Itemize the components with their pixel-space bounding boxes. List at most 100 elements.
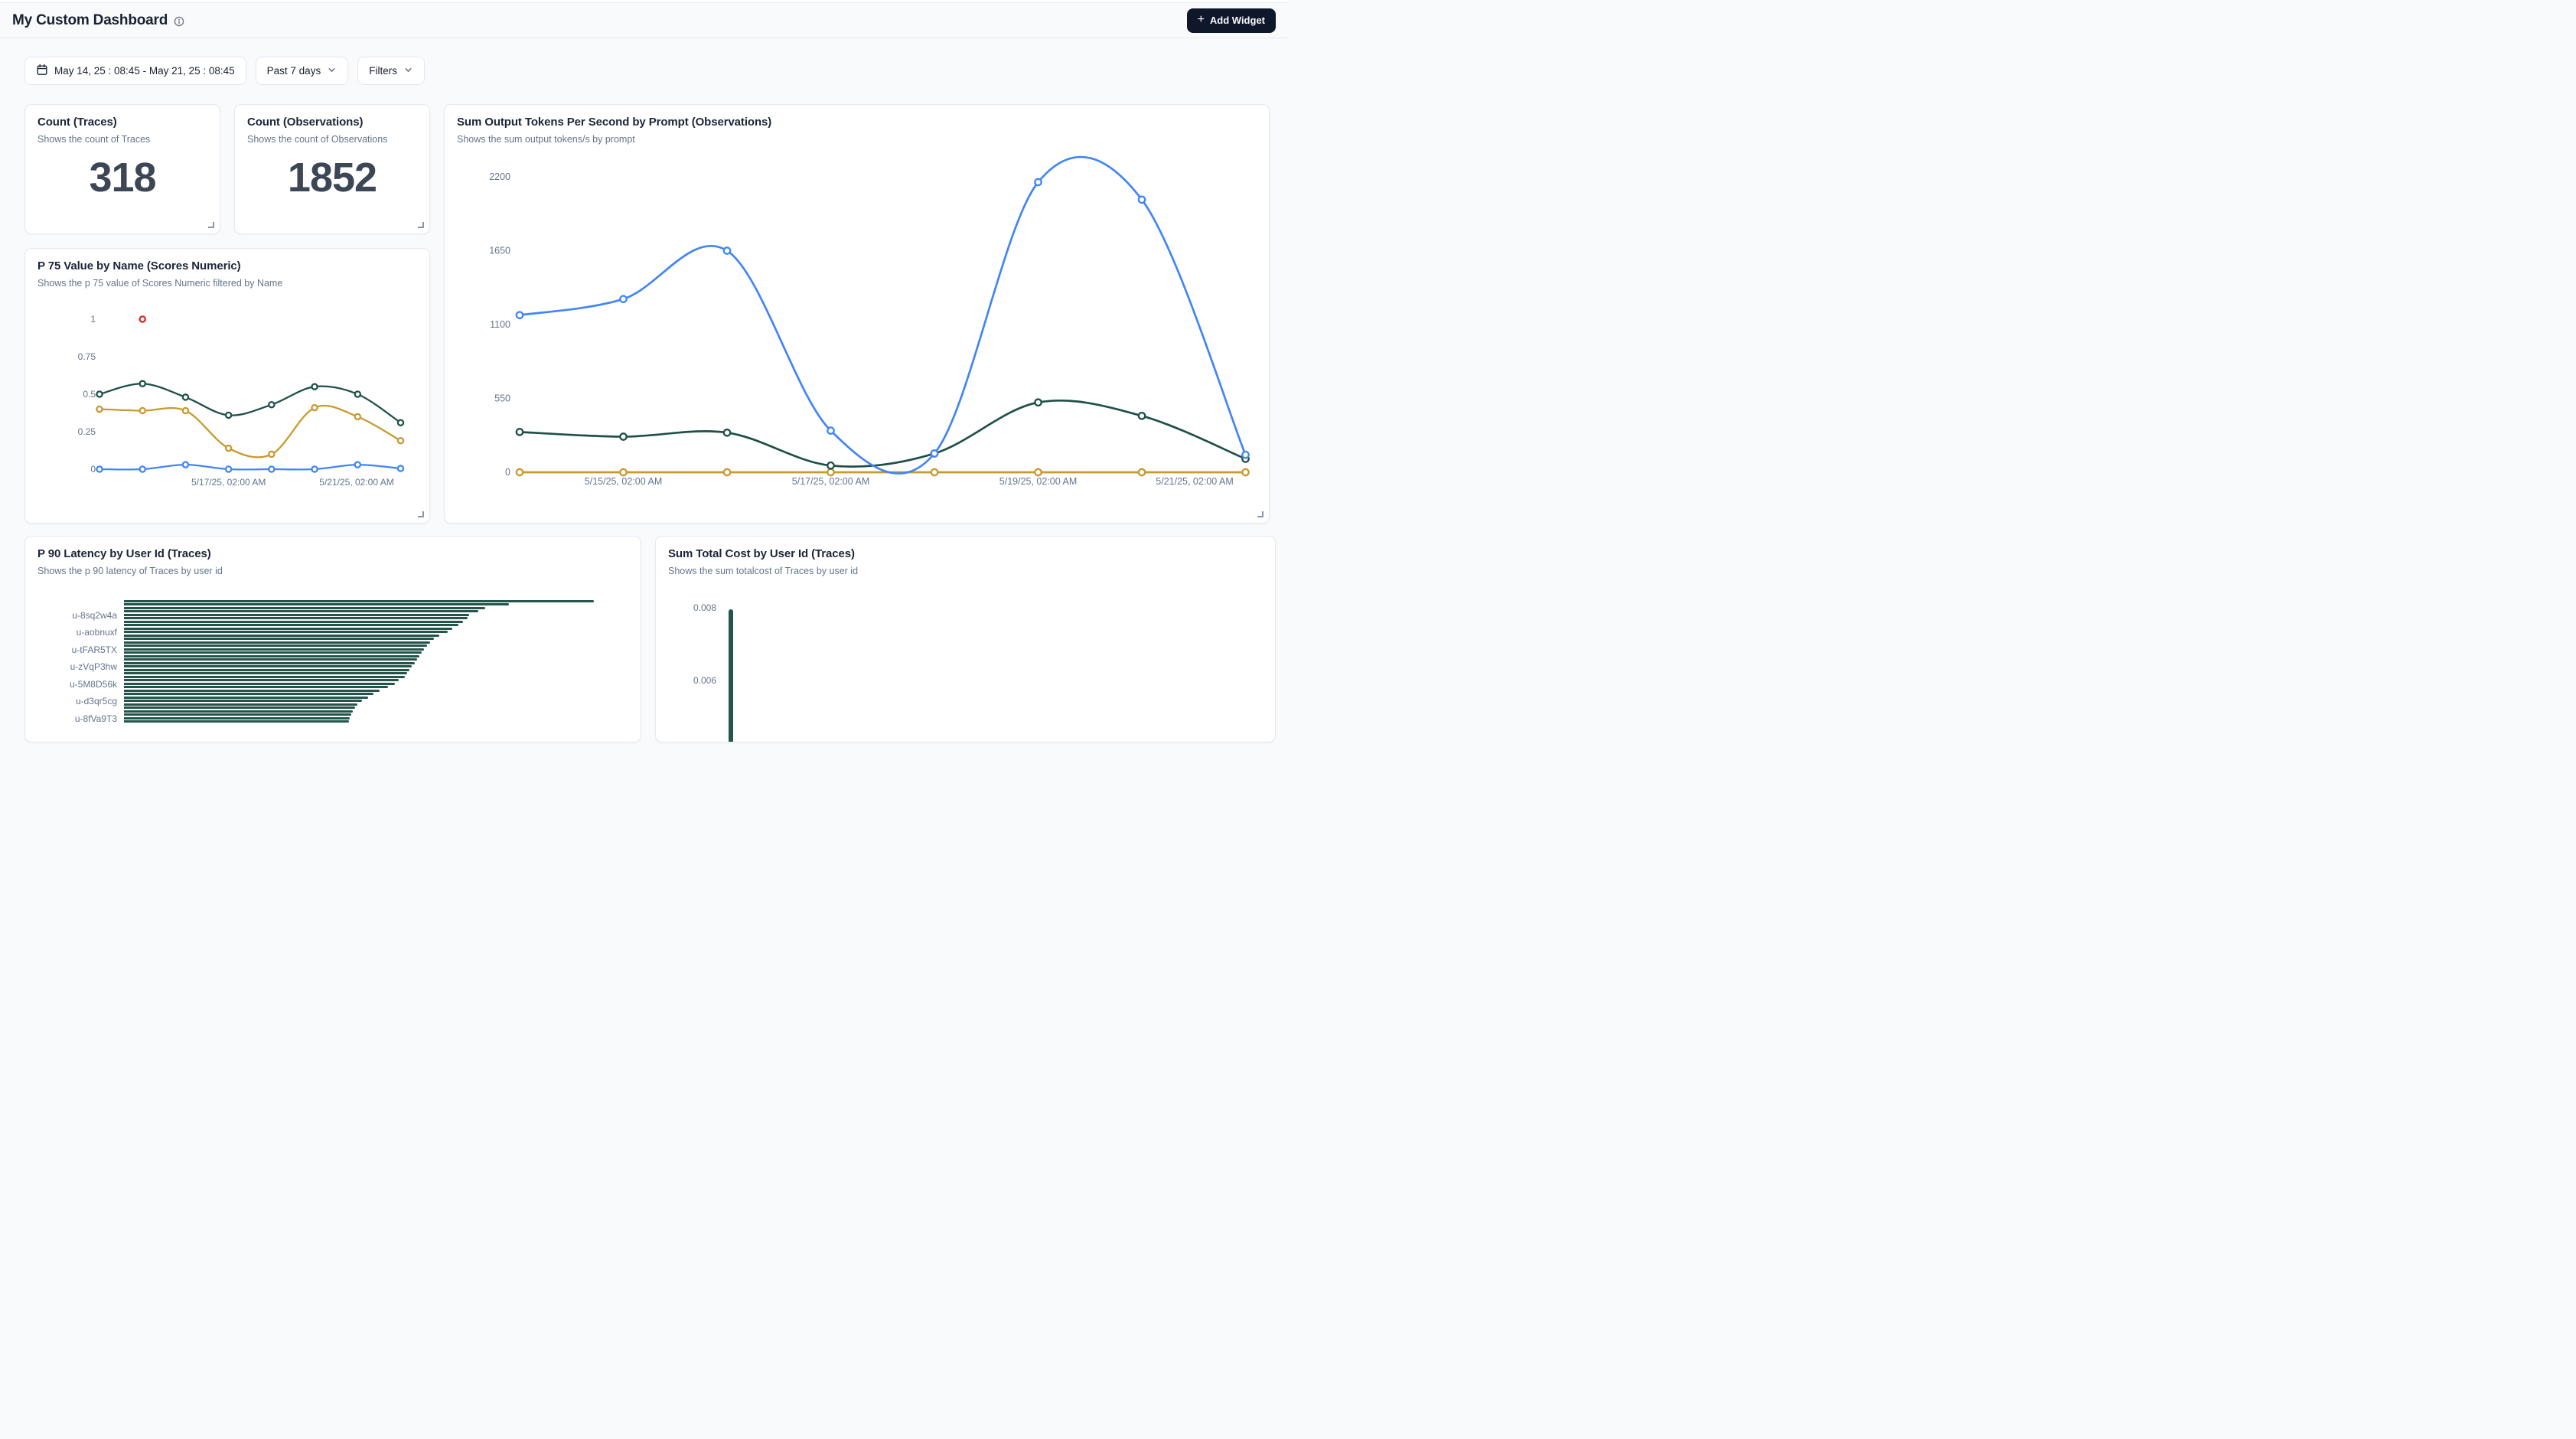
data-point-green xyxy=(96,391,102,396)
widget-title: Count (Observations) xyxy=(235,105,429,129)
y-axis-tick: 0.006 xyxy=(656,675,716,686)
latency-bar xyxy=(124,713,351,716)
data-point-orange xyxy=(517,469,523,475)
x-axis-tick: 5/21/25, 02:00 AM xyxy=(1156,476,1233,487)
latency-bar xyxy=(124,631,448,633)
widget-p90-chart: P 90 Latency by User Id (Traces) Shows t… xyxy=(24,536,641,742)
data-point-blue xyxy=(931,450,937,456)
count-value: 1852 xyxy=(235,154,429,201)
data-point-blue xyxy=(96,466,102,472)
add-widget-button[interactable]: + Add Widget xyxy=(1187,8,1276,33)
widget-subtitle: Shows the sum output tokens/s by prompt xyxy=(445,129,1269,145)
latency-bar xyxy=(124,614,469,616)
latency-bar xyxy=(124,638,434,640)
data-point-blue xyxy=(355,462,360,468)
resize-handle[interactable] xyxy=(1257,511,1264,517)
data-point-orange xyxy=(96,406,102,412)
data-point-orange xyxy=(140,408,145,413)
data-point-green xyxy=(1242,455,1248,462)
user-id-label: u-5M8D56k xyxy=(25,679,117,690)
latency-bar xyxy=(124,658,417,661)
user-id-label: u-8sq2w4a xyxy=(25,610,117,621)
series-line-blue xyxy=(99,465,401,469)
count-value: 318 xyxy=(25,154,220,201)
data-point-orange xyxy=(183,408,188,413)
x-axis-tick: 5/17/25, 02:00 AM xyxy=(191,477,266,488)
user-id-label: u-aobnuxf xyxy=(25,627,117,638)
x-axis-tick: 5/17/25, 02:00 AM xyxy=(792,476,869,487)
x-axis-tick: 5/15/25, 02:00 AM xyxy=(585,476,662,487)
y-axis-tick: 0 xyxy=(505,467,510,478)
latency-bar xyxy=(124,693,374,695)
data-point-blue xyxy=(724,247,730,253)
cost-bar xyxy=(729,609,733,742)
latency-bar xyxy=(124,662,415,664)
y-axis-tick: 2200 xyxy=(489,171,510,182)
data-point-red xyxy=(140,316,145,321)
data-point-blue xyxy=(183,462,188,468)
widget-title: P 75 Value by Name (Scores Numeric) xyxy=(25,249,429,272)
data-point-green xyxy=(269,402,274,407)
resize-handle[interactable] xyxy=(418,511,424,517)
widget-subtitle: Shows the count of Traces xyxy=(25,129,220,145)
latency-bar xyxy=(124,686,389,688)
latency-bar xyxy=(124,628,453,630)
data-point-orange xyxy=(269,452,274,457)
data-point-orange xyxy=(620,469,626,475)
p75-line-chart: 00.250.50.7515/17/25, 02:00 AM5/21/25, 0… xyxy=(25,249,430,524)
data-point-orange xyxy=(1035,469,1041,475)
data-point-green xyxy=(931,450,937,456)
data-point-orange xyxy=(827,469,833,475)
data-point-blue xyxy=(311,466,317,472)
latency-bar xyxy=(124,617,468,619)
latency-bar xyxy=(124,676,405,678)
data-point-orange xyxy=(355,414,360,419)
data-point-blue xyxy=(620,295,626,302)
resize-handle[interactable] xyxy=(418,222,424,228)
data-point-green xyxy=(620,433,626,439)
cost-bar-chart: 0.0080.006 xyxy=(656,537,1275,742)
widget-subtitle: Shows the count of Observations xyxy=(235,129,429,145)
page-header: My Custom Dashboard + Add Widget xyxy=(0,3,1288,38)
latency-bar xyxy=(124,697,368,699)
latency-bar xyxy=(124,706,355,709)
series-line-orange xyxy=(99,406,401,457)
latency-bar xyxy=(124,648,424,651)
data-point-orange xyxy=(226,445,231,451)
data-point-blue xyxy=(1139,197,1145,203)
latency-bar xyxy=(124,690,380,692)
data-point-green xyxy=(311,384,317,390)
y-axis-tick: 1 xyxy=(90,314,96,325)
data-point-green xyxy=(226,413,231,418)
y-axis-tick: 0 xyxy=(90,464,96,475)
data-point-blue xyxy=(140,466,145,472)
user-id-label: u-d3qr5cg xyxy=(25,696,117,706)
latency-bar xyxy=(124,669,410,671)
info-icon[interactable] xyxy=(174,16,184,27)
resize-handle[interactable] xyxy=(208,222,214,228)
widget-title: Sum Output Tokens Per Second by Prompt (… xyxy=(445,105,1269,129)
widget-p75-chart: P 75 Value by Name (Scores Numeric) Show… xyxy=(24,248,430,524)
data-point-green xyxy=(1035,400,1041,406)
latency-bar xyxy=(124,720,349,723)
widget-subtitle: Shows the p 75 value of Scores Numeric f… xyxy=(25,272,429,289)
data-point-green xyxy=(724,429,730,436)
x-axis-tick: 5/21/25, 02:00 AM xyxy=(319,477,393,488)
latency-bar xyxy=(124,700,362,702)
data-point-orange xyxy=(311,405,317,410)
latency-bar xyxy=(124,672,408,674)
data-point-blue xyxy=(398,465,403,471)
latency-bar xyxy=(124,683,396,685)
latency-bar xyxy=(124,644,427,647)
data-point-blue xyxy=(517,312,523,318)
latency-bar xyxy=(124,621,463,623)
latency-bar xyxy=(124,717,350,720)
data-point-orange xyxy=(1139,469,1145,475)
widget-title: Count (Traces) xyxy=(25,105,220,129)
y-axis-tick: 0.75 xyxy=(78,351,96,362)
latency-bar xyxy=(124,710,353,713)
data-point-orange xyxy=(1242,469,1248,475)
user-id-label: u-zVqP3hw xyxy=(25,661,117,672)
data-point-green xyxy=(355,391,360,396)
data-point-orange xyxy=(398,438,403,443)
